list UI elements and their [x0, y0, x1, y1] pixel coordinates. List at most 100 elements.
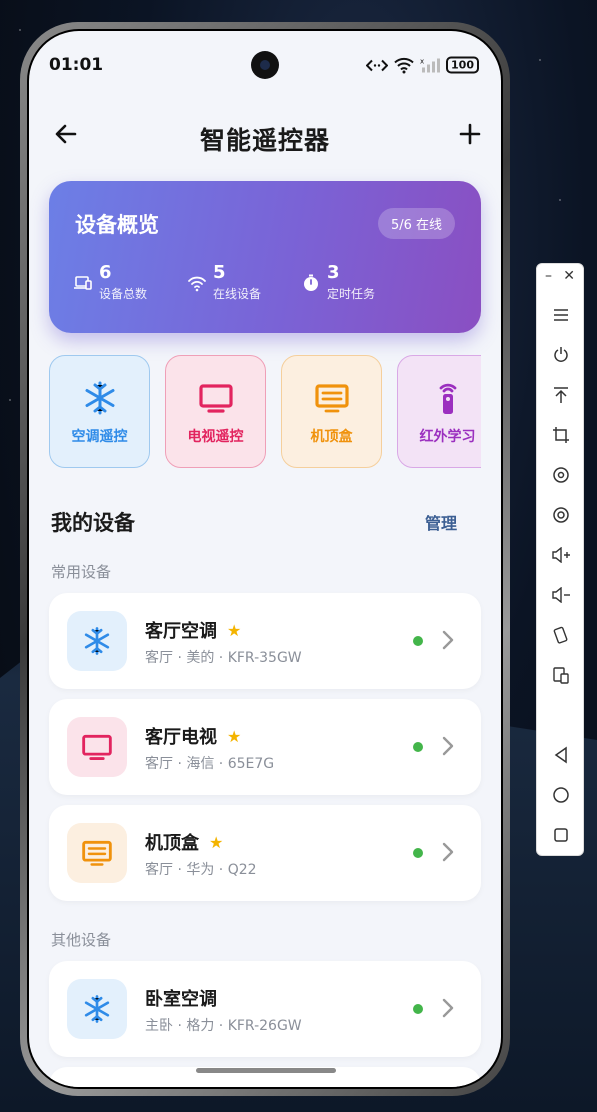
- favorite-star-icon[interactable]: ★: [227, 621, 241, 640]
- status-icons: x 100: [344, 56, 479, 74]
- snowflake-icon: [84, 627, 110, 655]
- status-time: 01:01: [49, 55, 104, 75]
- home-indicator[interactable]: [196, 1068, 336, 1073]
- stat-online-devices: 5 在线设备: [187, 263, 261, 302]
- online-badge: 5/6 在线: [377, 208, 455, 239]
- stat-value: 3: [327, 262, 340, 283]
- favorite-star-icon[interactable]: ★: [209, 833, 223, 852]
- device-icon-box: [67, 717, 127, 777]
- status-bar: 01:01 x 100: [29, 31, 501, 83]
- phone-bezel: 01:01 x 100 智能遥控器 设备概览 5/6 在线 6 设备总数 5 在…: [27, 29, 503, 1089]
- timer-icon: [304, 274, 318, 291]
- power-icon[interactable]: [537, 341, 585, 369]
- nfc-transfer-icon: [366, 59, 389, 71]
- phone-frame: 01:01 x 100 智能遥控器 设备概览 5/6 在线 6 设备总数 5 在…: [20, 22, 510, 1096]
- stat-value: 5: [213, 262, 226, 283]
- emulator-toolbar: – ✕: [536, 263, 584, 856]
- tile-ac-remote[interactable]: 空调遥控: [49, 355, 150, 468]
- device-icon-box: [67, 979, 127, 1039]
- svg-text:x: x: [420, 57, 424, 65]
- device-meta: 客厅 · 华为 · Q22: [145, 862, 257, 878]
- close-icon[interactable]: ✕: [563, 268, 575, 288]
- tile-label: 红外学习: [419, 429, 476, 445]
- app-header: 智能遥控器: [29, 109, 501, 159]
- settop-box-icon: [82, 840, 112, 866]
- tile-label: 机顶盒: [310, 429, 353, 445]
- stat-label: 定时任务: [327, 287, 376, 301]
- add-icon[interactable]: [455, 119, 485, 149]
- online-status-dot: [413, 742, 423, 752]
- multi-device-icon[interactable]: [537, 661, 585, 689]
- volume-down-icon[interactable]: [537, 581, 585, 609]
- device-meta: 主卧 · 格力 · KFR-26GW: [145, 1018, 302, 1034]
- chevron-right-icon[interactable]: [441, 997, 455, 1019]
- settop-box-icon: [314, 384, 349, 413]
- snowflake-icon: [85, 381, 114, 415]
- stat-total-devices: 6 设备总数: [73, 263, 147, 302]
- quick-remote-tiles: 空调遥控 电视遥控 机顶盒 红外学习: [49, 355, 481, 471]
- device-overview-card: 设备概览 5/6 在线 6 设备总数 5 在线设备 3 定时任务: [49, 181, 481, 333]
- stat-value: 6: [99, 262, 112, 283]
- tile-tv-remote[interactable]: 电视遥控: [165, 355, 266, 468]
- device-card-living-ac[interactable]: 客厅空调 ★ 客厅 · 美的 · KFR-35GW: [49, 593, 481, 689]
- online-status-dot: [413, 848, 423, 858]
- device-card-bedroom-ac[interactable]: 卧室空调 主卧 · 格力 · KFR-26GW: [49, 961, 481, 1057]
- chevron-right-icon[interactable]: [441, 841, 455, 863]
- device-name-text: 卧室空调: [145, 989, 217, 1010]
- tile-ir-learning[interactable]: 红外学习: [397, 355, 481, 468]
- front-camera: [251, 51, 279, 79]
- overview-title: 设备概览: [75, 213, 159, 237]
- toolbar-window-controls: – ✕: [537, 268, 583, 288]
- stat-label: 设备总数: [99, 287, 148, 301]
- stat-label: 在线设备: [213, 287, 262, 301]
- crop-icon[interactable]: [537, 421, 585, 449]
- device-card-living-tv[interactable]: 客厅电视 ★ 客厅 · 海信 · 65E7G: [49, 699, 481, 795]
- battery-indicator: 100: [446, 56, 479, 74]
- device-name: 客厅空调 ★: [145, 617, 241, 643]
- signal-icon: x: [420, 57, 441, 72]
- moon-icon: [346, 59, 356, 72]
- device-meta: 客厅 · 美的 · KFR-35GW: [145, 650, 302, 666]
- pin-top-icon[interactable]: [537, 381, 585, 409]
- common-devices-label: 常用设备: [51, 563, 112, 581]
- tile-label: 空调遥控: [71, 429, 128, 445]
- record-icon[interactable]: [537, 501, 585, 529]
- wifi-icon: [188, 276, 206, 292]
- other-devices-label: 其他设备: [51, 931, 112, 949]
- tile-label: 电视遥控: [187, 429, 244, 445]
- nav-home-icon[interactable]: [537, 781, 585, 809]
- online-status-dot: [413, 1004, 423, 1014]
- rotate-icon[interactable]: [537, 461, 585, 489]
- tv-icon: [82, 734, 112, 760]
- device-name: 卧室空调: [145, 985, 217, 1011]
- my-devices-title: 我的设备: [51, 511, 135, 535]
- phone-screen: 01:01 x 100 智能遥控器 设备概览 5/6 在线 6 设备总数 5 在…: [29, 31, 501, 1087]
- menu-icon[interactable]: [537, 301, 585, 329]
- online-status-dot: [413, 636, 423, 646]
- screen-rotate-icon[interactable]: [537, 621, 585, 649]
- device-icon-box: [67, 823, 127, 883]
- device-icon: [74, 276, 92, 290]
- minimize-icon[interactable]: –: [545, 268, 552, 288]
- chevron-right-icon[interactable]: [441, 629, 455, 651]
- manage-button[interactable]: 管理: [425, 510, 457, 534]
- nav-back-icon[interactable]: [537, 741, 585, 769]
- snowflake-icon: [84, 995, 110, 1023]
- device-name-text: 机顶盒: [145, 833, 199, 854]
- tv-icon: [198, 384, 233, 413]
- device-icon-box: [67, 611, 127, 671]
- nav-recents-icon[interactable]: [537, 821, 585, 849]
- stat-timer-tasks: 3 定时任务: [301, 263, 375, 302]
- favorite-star-icon[interactable]: ★: [227, 727, 241, 746]
- chevron-right-icon[interactable]: [441, 735, 455, 757]
- wifi-status-icon: [394, 57, 414, 73]
- device-name: 客厅电视 ★: [145, 723, 241, 749]
- tile-settop-box[interactable]: 机顶盒: [281, 355, 382, 468]
- device-name-text: 客厅电视: [145, 727, 217, 748]
- device-name-text: 客厅空调: [145, 621, 217, 642]
- remote-icon: [439, 383, 456, 414]
- device-meta: 客厅 · 海信 · 65E7G: [145, 756, 275, 772]
- volume-up-icon[interactable]: [537, 541, 585, 569]
- device-card-settop-box[interactable]: 机顶盒 ★ 客厅 · 华为 · Q22: [49, 805, 481, 901]
- page-title: 智能遥控器: [199, 126, 330, 155]
